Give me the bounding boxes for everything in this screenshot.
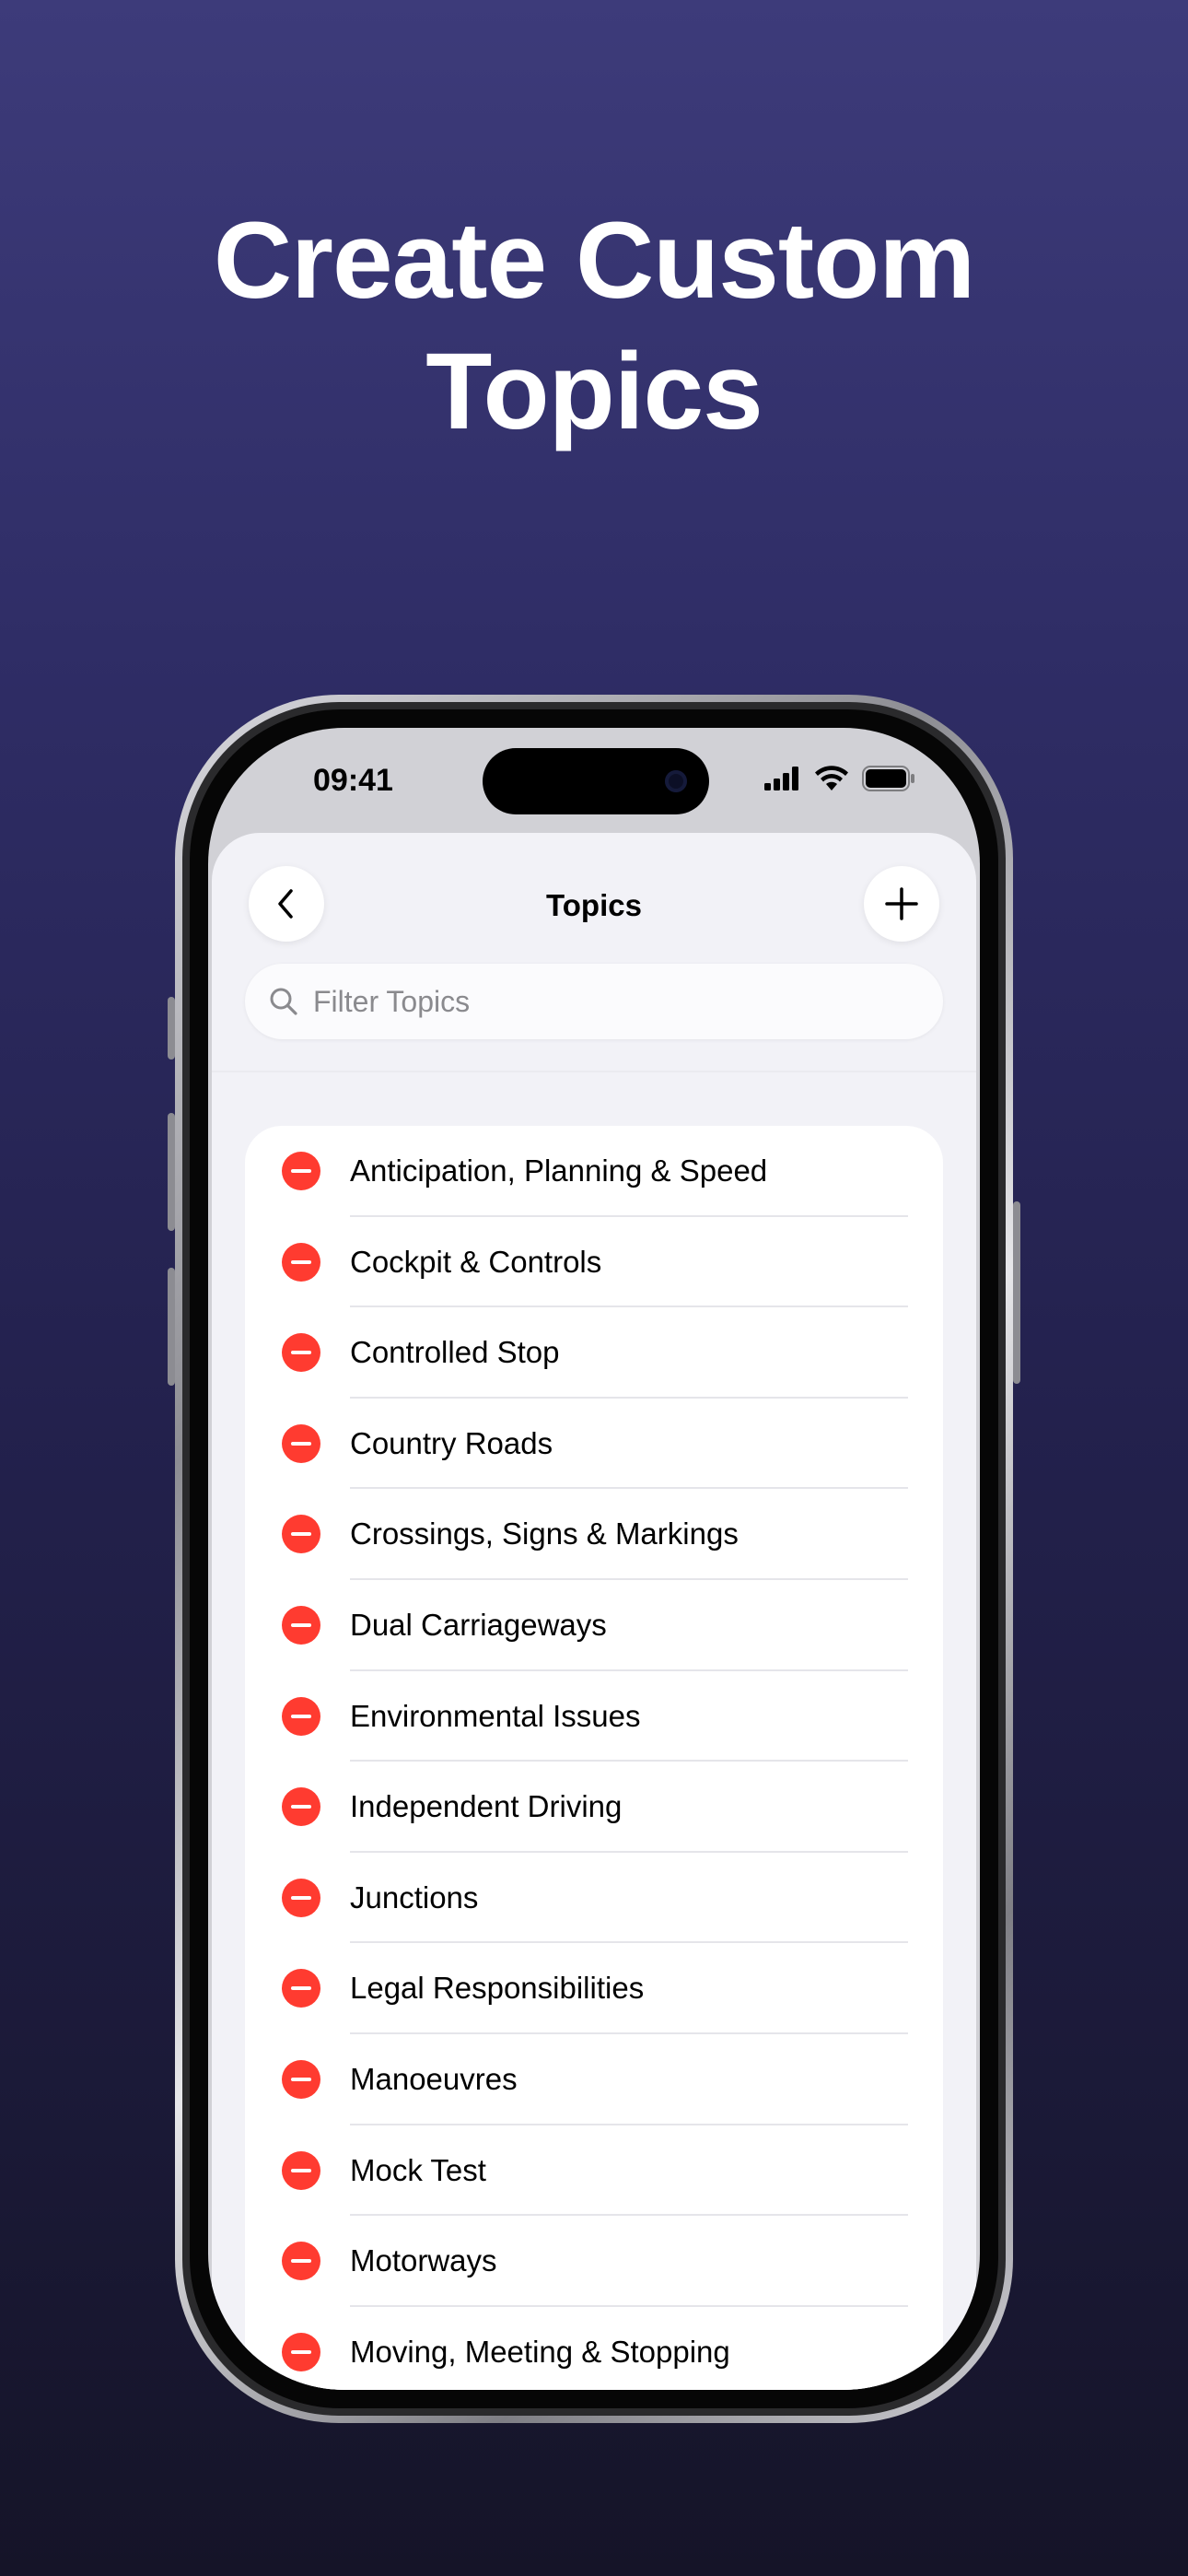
topic-label: Controlled Stop — [350, 1335, 560, 1370]
cellular-signal-icon — [764, 767, 798, 790]
volume-up-button — [168, 1113, 175, 1231]
topic-label: Country Roads — [350, 1425, 553, 1460]
add-topic-button[interactable] — [864, 866, 939, 942]
list-item[interactable]: Dual Carriageways — [245, 1580, 943, 1671]
list-item[interactable]: Anticipation, Planning & Speed — [245, 1126, 943, 1217]
topic-label: Anticipation, Planning & Speed — [350, 1153, 768, 1188]
headline-line-2: Topics — [425, 331, 763, 452]
topic-label: Manoeuvres — [350, 2061, 518, 2096]
topic-label: Independent Driving — [350, 1789, 623, 1824]
dynamic-island — [483, 748, 709, 814]
list-item[interactable]: Environmental Issues — [245, 1671, 943, 1762]
list-item[interactable]: Motorways — [245, 2216, 943, 2307]
list-item[interactable]: Country Roads — [245, 1399, 943, 1490]
topics-list: Anticipation, Planning & Speed Cockpit &… — [245, 1126, 943, 2390]
camera-icon — [665, 770, 687, 792]
delete-icon[interactable] — [282, 1152, 320, 1190]
delete-icon[interactable] — [282, 2242, 320, 2281]
topic-label: Motorways — [350, 2243, 497, 2278]
delete-icon[interactable] — [282, 2332, 320, 2371]
list-item[interactable]: Cockpit & Controls — [245, 1217, 943, 1308]
power-button — [1013, 1201, 1020, 1384]
topic-label: Junctions — [350, 1879, 479, 1914]
delete-icon[interactable] — [282, 1333, 320, 1373]
list-item[interactable]: Manoeuvres — [245, 2034, 943, 2125]
delete-icon[interactable] — [282, 1242, 320, 1282]
list-item[interactable]: Moving, Meeting & Stopping — [245, 2307, 943, 2390]
list-item[interactable]: Independent Driving — [245, 1762, 943, 1853]
search-icon — [270, 988, 297, 1015]
status-time: 09:41 — [313, 763, 393, 798]
header-divider — [212, 1071, 976, 1072]
delete-icon[interactable] — [282, 1696, 320, 1736]
list-item[interactable]: Crossings, Signs & Markings — [245, 1489, 943, 1580]
status-icons — [764, 765, 915, 792]
delete-icon[interactable] — [282, 1969, 320, 2008]
phone-screen: 09:41 Topics Filter Topics Anticipation,… — [208, 728, 980, 2390]
delete-icon[interactable] — [282, 2059, 320, 2099]
headline-line-1: Create Custom — [213, 200, 975, 322]
list-item[interactable]: Controlled Stop — [245, 1307, 943, 1399]
topics-sheet: Topics Filter Topics Anticipation, Plann… — [212, 833, 976, 2390]
delete-icon[interactable] — [282, 1605, 320, 1645]
action-button — [168, 997, 175, 1060]
search-placeholder: Filter Topics — [313, 984, 471, 1018]
topic-label: Mock Test — [350, 2152, 486, 2187]
topic-label: Cockpit & Controls — [350, 1244, 602, 1279]
delete-icon[interactable] — [282, 1515, 320, 1554]
battery-icon — [862, 766, 914, 791]
topic-label: Environmental Issues — [350, 1698, 641, 1733]
headline: Create Custom Topics — [0, 195, 1188, 457]
topic-label: Crossings, Signs & Markings — [350, 1516, 739, 1551]
filter-topics-input[interactable]: Filter Topics — [245, 964, 943, 1039]
volume-down-button — [168, 1268, 175, 1386]
topic-label: Moving, Meeting & Stopping — [350, 2334, 730, 2369]
delete-icon[interactable] — [282, 2150, 320, 2190]
topic-label: Dual Carriageways — [350, 1607, 607, 1642]
delete-icon[interactable] — [282, 1878, 320, 1917]
topic-label: Legal Responsibilities — [350, 1971, 645, 2006]
list-item[interactable]: Legal Responsibilities — [245, 1943, 943, 2034]
delete-icon[interactable] — [282, 1423, 320, 1463]
plus-icon — [885, 887, 918, 920]
list-item[interactable]: Mock Test — [245, 2125, 943, 2217]
page-title: Topics — [546, 888, 642, 922]
list-item[interactable]: Junctions — [245, 1853, 943, 1944]
delete-icon[interactable] — [282, 1787, 320, 1827]
wifi-icon — [815, 766, 848, 790]
